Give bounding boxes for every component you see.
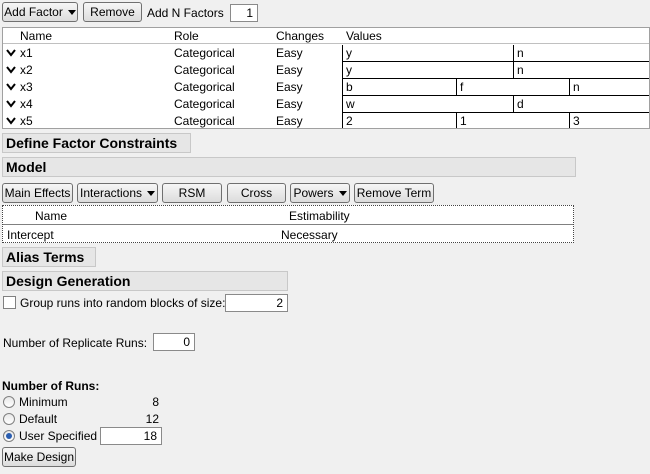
user-specified-radio[interactable] — [3, 430, 15, 442]
factor-row[interactable]: x1 Categorical Easy y n — [3, 45, 649, 62]
factor-name[interactable]: x1 — [20, 46, 33, 60]
remove-factor-button[interactable]: Remove — [83, 2, 142, 22]
factor-value-cell[interactable]: n — [569, 79, 649, 96]
add-n-factors-label: Add N Factors — [147, 6, 224, 20]
factor-role: Categorical — [174, 114, 235, 128]
factors-table-header: Name Role Changes Values — [3, 28, 649, 44]
factor-row[interactable]: x4 Categorical Easy w d — [3, 96, 649, 113]
alias-terms-header[interactable]: Alias Terms — [2, 247, 96, 267]
design-generation-header[interactable]: Design Generation — [2, 271, 288, 291]
factor-changes: Easy — [276, 46, 303, 60]
factor-role: Categorical — [174, 46, 235, 60]
block-size-input[interactable]: 2 — [225, 294, 288, 312]
factor-changes: Easy — [276, 114, 303, 128]
powers-label: Powers — [293, 186, 334, 200]
minimum-label: Minimum — [19, 395, 68, 409]
dropdown-arrow-icon — [67, 9, 76, 15]
factors-table: Name Role Changes Values x1 Categorical … — [2, 27, 650, 129]
header-name: Name — [35, 209, 68, 223]
interactions-label: Interactions — [79, 186, 143, 200]
factor-changes: Easy — [276, 97, 303, 111]
chevron-down-icon[interactable] — [6, 83, 16, 91]
dropdown-arrow-icon — [147, 190, 156, 196]
factor-value-cell[interactable]: n — [513, 45, 649, 62]
factor-value-cell[interactable]: 3 — [569, 113, 649, 128]
factor-row[interactable]: x5 Categorical Easy 2 1 3 — [3, 113, 649, 128]
factor-value-cell[interactable]: 1 — [456, 113, 569, 128]
number-of-runs-label: Number of Runs: — [2, 379, 100, 393]
minimum-value: 8 — [152, 395, 159, 409]
main-effects-button[interactable]: Main Effects — [2, 183, 73, 203]
factor-value-cell[interactable]: y — [342, 62, 513, 79]
cross-button[interactable]: Cross — [227, 183, 286, 203]
user-specified-label: User Specified — [19, 429, 98, 443]
factor-value-cell[interactable]: 2 — [342, 113, 456, 128]
replicate-runs-input[interactable]: 0 — [153, 333, 195, 351]
factor-row[interactable]: x2 Categorical Easy y n — [3, 62, 649, 79]
group-runs-label: Group runs into random blocks of size: — [20, 296, 226, 310]
remove-term-button[interactable]: Remove Term — [354, 183, 434, 203]
default-value: 12 — [145, 412, 159, 426]
model-table-header: Name Estimability — [3, 206, 573, 225]
factor-value-cell[interactable]: n — [513, 62, 649, 79]
add-n-factors-input[interactable]: 1 — [230, 4, 258, 22]
minimum-radio[interactable] — [3, 396, 15, 408]
header-values: Values — [346, 29, 382, 43]
model-terms-table: Name Estimability Intercept Necessary — [2, 205, 574, 243]
header-name: Name — [20, 29, 53, 43]
dropdown-arrow-icon — [338, 190, 347, 196]
factor-name[interactable]: x3 — [20, 80, 33, 94]
factor-role: Categorical — [174, 97, 235, 111]
factor-value-cell[interactable]: f — [456, 79, 569, 96]
group-runs-checkbox[interactable] — [3, 296, 16, 309]
term-estimability[interactable]: Necessary — [281, 228, 338, 242]
factor-name[interactable]: x5 — [20, 114, 33, 128]
powers-button[interactable]: Powers — [290, 183, 350, 203]
term-name: Intercept — [7, 228, 54, 242]
header-role: Role — [174, 29, 199, 43]
factor-role: Categorical — [174, 80, 235, 94]
factor-role: Categorical — [174, 63, 235, 77]
model-term-row[interactable]: Intercept Necessary — [3, 226, 573, 243]
chevron-down-icon[interactable] — [6, 117, 16, 125]
factor-changes: Easy — [276, 63, 303, 77]
chevron-down-icon[interactable] — [6, 49, 16, 57]
header-estimability: Estimability — [289, 209, 350, 223]
interactions-button[interactable]: Interactions — [77, 183, 158, 203]
chevron-down-icon[interactable] — [6, 100, 16, 108]
factor-row[interactable]: x3 Categorical Easy b f n — [3, 79, 649, 96]
rsm-button[interactable]: RSM — [162, 183, 222, 203]
make-design-button[interactable]: Make Design — [2, 447, 76, 467]
add-factor-label: Add Factor — [4, 5, 63, 19]
factor-value-cell[interactable]: b — [342, 79, 456, 96]
chevron-down-icon[interactable] — [6, 66, 16, 74]
user-specified-runs-input[interactable]: 18 — [100, 427, 162, 445]
factor-name[interactable]: x2 — [20, 63, 33, 77]
factor-name[interactable]: x4 — [20, 97, 33, 111]
add-factor-button[interactable]: Add Factor — [2, 2, 78, 22]
default-label: Default — [19, 412, 58, 426]
model-header[interactable]: Model — [2, 157, 576, 177]
define-factor-constraints-header[interactable]: Define Factor Constraints — [2, 133, 191, 153]
replicate-runs-label: Number of Replicate Runs: — [3, 336, 148, 350]
factor-value-cell[interactable]: w — [342, 96, 513, 113]
factor-changes: Easy — [276, 80, 303, 94]
factor-value-cell[interactable]: d — [513, 96, 649, 113]
default-radio[interactable] — [3, 413, 15, 425]
factor-value-cell[interactable]: y — [342, 45, 513, 62]
header-changes: Changes — [276, 29, 325, 43]
